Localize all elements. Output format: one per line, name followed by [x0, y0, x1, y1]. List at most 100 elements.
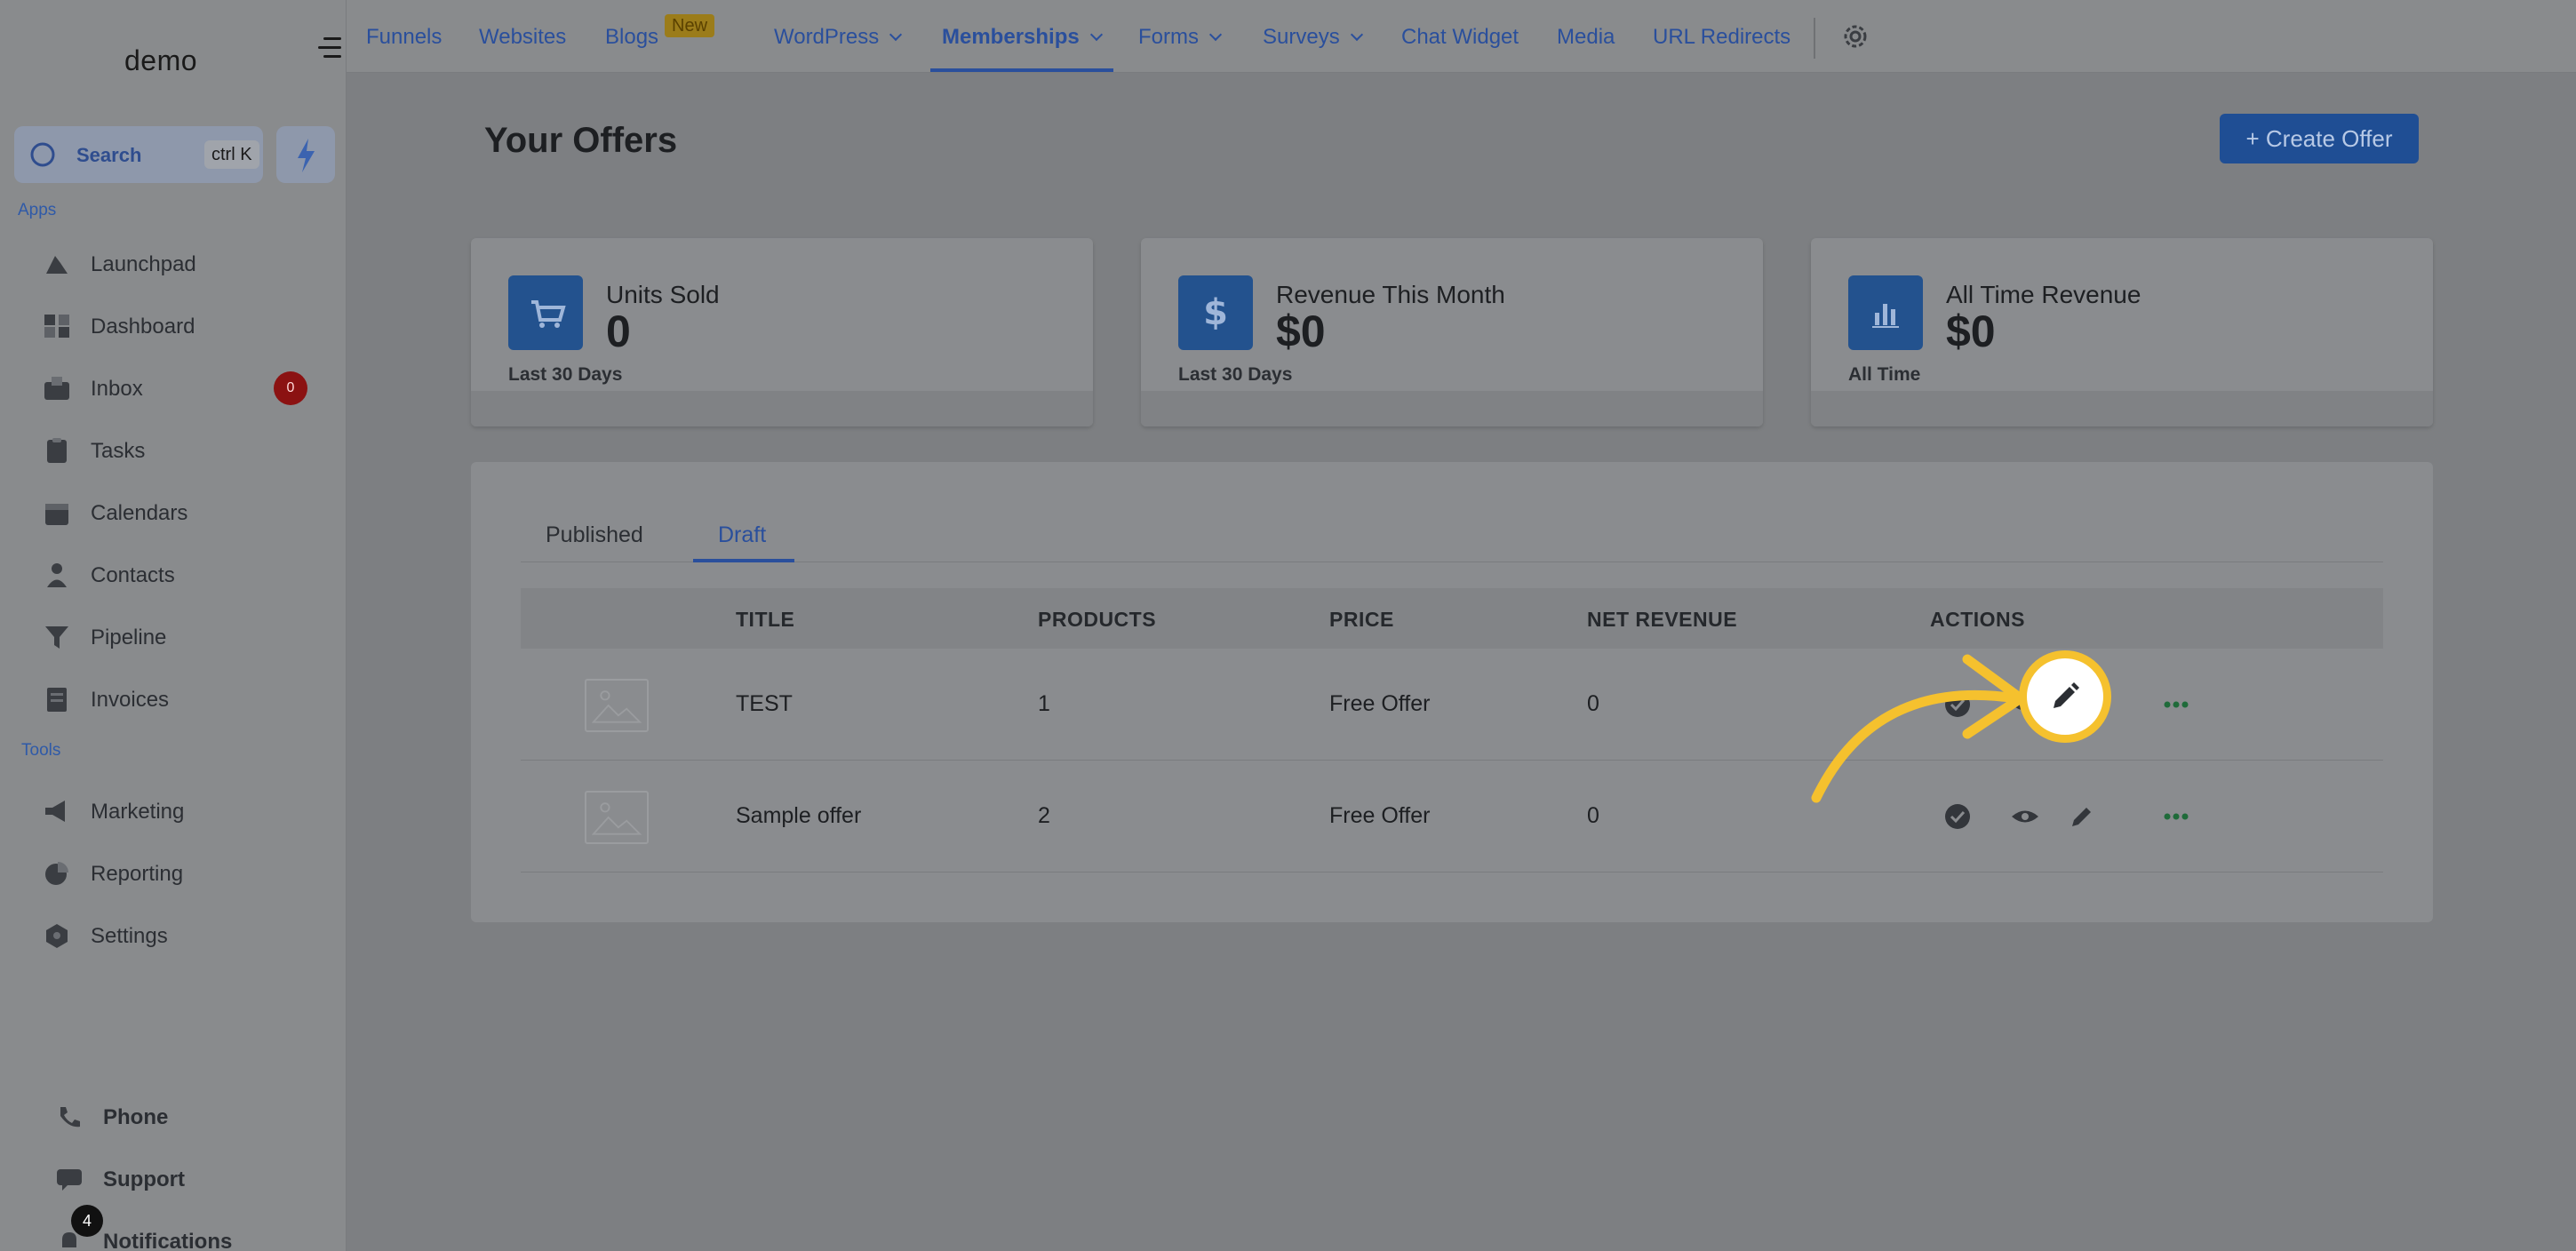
column-header-products[interactable]: PRODUCTS — [1038, 608, 1156, 632]
nav-tab-media[interactable]: Media — [1557, 25, 1615, 50]
nav-tab-memberships[interactable]: Memberships — [942, 25, 1103, 50]
search-shortcut: ctrl K — [204, 140, 259, 169]
nav-tab-wordpress[interactable]: WordPress — [774, 25, 903, 50]
offer-net-revenue: 0 — [1587, 691, 1599, 716]
preview-eye-icon[interactable] — [2010, 801, 2040, 832]
tools-section-label: Tools — [21, 741, 61, 760]
image-placeholder-icon — [585, 679, 649, 732]
sidebar-item-label: Tasks — [91, 439, 146, 463]
stat-card-footer — [471, 391, 1093, 426]
sidebar-item-label: Reporting — [91, 862, 184, 886]
funnel-icon — [45, 626, 68, 649]
offer-net-revenue: 0 — [1587, 803, 1599, 828]
nav-tab-blogs[interactable]: Blogs — [605, 25, 658, 50]
chevron-down-icon — [1208, 28, 1223, 42]
sidebar-item-label: Pipeline — [91, 626, 167, 649]
offer-products: 2 — [1038, 803, 1050, 828]
sidebar-item-label: Launchpad — [91, 252, 196, 276]
sidebar-item-calendars[interactable]: Calendars — [43, 490, 318, 533]
publish-check-icon[interactable] — [1942, 801, 1973, 832]
sidebar-item-label: Support — [103, 1167, 185, 1191]
inbox-icon — [44, 377, 69, 400]
clipboard-icon — [47, 438, 67, 463]
search-label: Search — [76, 144, 142, 166]
sidebar-item-launchpad[interactable]: Launchpad — [43, 242, 318, 284]
nav-tab-label: Forms — [1138, 25, 1199, 49]
megaphone-icon — [45, 801, 65, 822]
stat-value: $0 — [1276, 307, 1326, 356]
create-offer-button[interactable]: + Create Offer — [2220, 114, 2419, 163]
stat-value: $0 — [1946, 307, 1996, 356]
sidebar-item-invoices[interactable]: Invoices — [43, 677, 318, 720]
dollar-icon: $ — [1178, 275, 1253, 350]
edit-pencil-icon[interactable] — [2067, 801, 2097, 832]
offer-price: Free Offer — [1329, 803, 1431, 828]
stat-period: All Time — [1848, 364, 1921, 385]
invoice-icon — [47, 688, 67, 712]
offers-table-card: Published Draft TITLE PRODUCTS PRICE NET… — [471, 462, 2433, 922]
calendar-icon — [45, 504, 68, 525]
nav-divider — [1814, 18, 1815, 59]
publish-check-icon[interactable] — [1942, 689, 1973, 720]
nav-tab-url-redirects[interactable]: URL Redirects — [1653, 25, 1790, 50]
nav-tab-label: WordPress — [774, 25, 880, 49]
lightning-icon — [298, 139, 315, 172]
offer-title: Sample offer — [736, 803, 862, 828]
sidebar-item-reporting[interactable]: Reporting — [43, 851, 318, 894]
search-icon — [30, 142, 55, 167]
offer-products: 1 — [1038, 691, 1050, 716]
sidebar-item-tasks[interactable]: Tasks — [43, 428, 318, 471]
pie-chart-icon — [45, 862, 68, 885]
phone-icon — [60, 1107, 80, 1127]
column-header-actions: ACTIONS — [1930, 608, 2025, 631]
sidebar-item-label: Contacts — [91, 563, 175, 587]
rocket-icon — [46, 256, 68, 274]
app-logo: demo — [124, 44, 198, 76]
nav-tab-forms[interactable]: Forms — [1138, 25, 1223, 50]
nav-tab-chat-widget[interactable]: Chat Widget — [1401, 25, 1519, 50]
nav-tab-websites[interactable]: Websites — [479, 25, 566, 50]
stat-period: Last 30 Days — [1178, 364, 1293, 385]
nav-tab-surveys[interactable]: Surveys — [1263, 25, 1363, 50]
chat-bubble-icon — [57, 1169, 82, 1191]
more-options-icon[interactable] — [2161, 689, 2191, 720]
search-button[interactable]: Search ctrl K — [14, 126, 263, 183]
stat-card-revenue-month: $ Revenue This Month $0 Last 30 Days — [1141, 238, 1763, 426]
sidebar-item-contacts[interactable]: Contacts — [43, 553, 318, 595]
sidebar-item-label: Inbox — [91, 377, 143, 401]
svg-text:$: $ — [1203, 292, 1228, 333]
sidebar-item-support[interactable]: Support — [55, 1157, 331, 1199]
sidebar-collapse-button[interactable] — [316, 36, 341, 60]
table-header: TITLE PRODUCTS PRICE NET REVENUE ACTIONS — [521, 588, 2383, 649]
nav-tab-label: Memberships — [942, 25, 1080, 49]
sidebar-item-pipeline[interactable]: Pipeline — [43, 615, 318, 657]
gear-icon[interactable] — [1839, 20, 1871, 52]
edit-pencil-icon[interactable] — [2027, 658, 2103, 735]
new-badge: New — [665, 14, 715, 37]
notifications-count-badge: 4 — [71, 1205, 103, 1237]
edit-button-highlight[interactable] — [2019, 650, 2111, 743]
sidebar-item-label: Settings — [91, 924, 168, 948]
sidebar-item-label: Calendars — [91, 501, 188, 525]
table-row[interactable]: Sample offer 2 Free Offer 0 — [521, 761, 2383, 873]
sidebar-item-phone[interactable]: Phone — [55, 1095, 331, 1137]
sidebar-item-label: Dashboard — [91, 315, 195, 339]
column-header-title[interactable]: TITLE — [736, 608, 794, 632]
nav-tab-funnels[interactable]: Funnels — [366, 25, 442, 50]
sidebar-item-settings[interactable]: Settings — [43, 913, 318, 956]
quick-actions-button[interactable] — [276, 126, 335, 183]
column-header-net-revenue[interactable]: NET REVENUE — [1587, 608, 1737, 632]
active-tab-indicator — [693, 559, 794, 562]
sidebar-item-marketing[interactable]: Marketing — [43, 789, 318, 832]
settings-icon — [46, 924, 68, 948]
stat-card-units-sold: Units Sold 0 Last 30 Days — [471, 238, 1093, 426]
tab-draft[interactable]: Draft — [718, 522, 766, 548]
chevron-down-icon — [1089, 28, 1103, 42]
tab-published[interactable]: Published — [546, 522, 643, 548]
stat-card-footer — [1141, 391, 1763, 426]
column-header-price[interactable]: PRICE — [1329, 608, 1394, 632]
inbox-count-badge: 0 — [274, 371, 307, 405]
sidebar-item-label: Notifications — [103, 1230, 233, 1251]
sidebar-item-dashboard[interactable]: Dashboard — [43, 304, 318, 347]
more-options-icon[interactable] — [2161, 801, 2191, 832]
